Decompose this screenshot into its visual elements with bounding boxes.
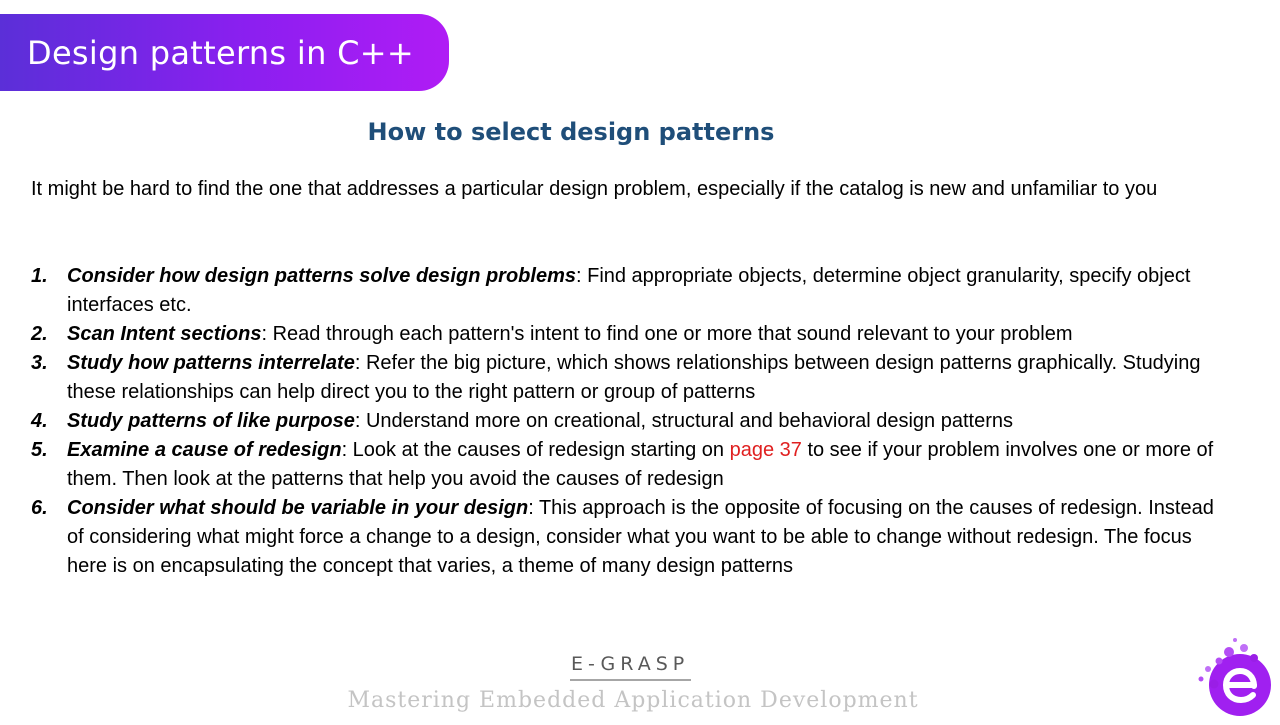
list-item: 4. Study patterns of like purpose: Unders… (31, 407, 1231, 436)
footer-brand: E-GRASP (571, 653, 690, 675)
list-item: 1. Consider how design patterns solve des… (31, 262, 1231, 320)
list-item-lead: Study patterns of like purpose (67, 410, 355, 432)
logo-dot (1215, 657, 1223, 665)
list-item-number: 1. (31, 265, 48, 287)
list-item-number: 4. (31, 410, 48, 432)
steps-list: 1. Consider how design patterns solve des… (31, 262, 1231, 581)
logo-dot (1198, 676, 1204, 682)
list-item-lead: Examine a cause of redesign (67, 439, 342, 461)
list-item-lead: Study how patterns interrelate (67, 352, 355, 374)
list-item-text: : Understand more on creational, structu… (354, 410, 1013, 432)
logo-dot (1224, 647, 1234, 657)
list-item-number: 3. (31, 352, 48, 374)
logo-dot (1250, 654, 1258, 662)
list-item-number: 2. (31, 323, 48, 345)
list-item-lead: Consider what should be variable in your… (67, 497, 529, 519)
list-item: 3. Study how patterns interrelate: Refer … (31, 349, 1231, 407)
e-grasp-logo-icon (1192, 634, 1278, 720)
e-grasp-logo-svg (1198, 638, 1271, 716)
intro-paragraph: It might be hard to find the one that ad… (31, 178, 1158, 200)
list-item-number: 5. (31, 439, 48, 461)
list-item: 5. Examine a cause of redesign: Look at t… (31, 436, 1231, 494)
logo-dot (1209, 679, 1219, 689)
list-item-lead: Consider how design patterns solve desig… (67, 265, 576, 287)
footer-divider (570, 679, 691, 681)
title-banner: Design patterns in C++ (0, 14, 449, 91)
list-item: 2. Scan Intent sections: Read through eac… (31, 320, 1231, 349)
list-item-lead: Scan Intent sections (67, 323, 262, 345)
slide-title: Design patterns in C++ (27, 33, 414, 72)
list-item: 6. Consider what should be variable in yo… (31, 494, 1231, 581)
list-item-number: 6. (31, 497, 48, 519)
logo-dot (1233, 638, 1237, 642)
list-item-text: : Look at the causes of redesign startin… (341, 439, 730, 461)
logo-dot (1240, 644, 1248, 652)
list-item-text: : Read through each pattern's intent to … (261, 323, 1073, 345)
logo-dot (1205, 666, 1211, 672)
footer-tagline: Mastering Embedded Application Developme… (347, 688, 919, 713)
section-heading: How to select design patterns (367, 118, 775, 146)
page-reference-link[interactable]: page 37 (730, 439, 802, 461)
